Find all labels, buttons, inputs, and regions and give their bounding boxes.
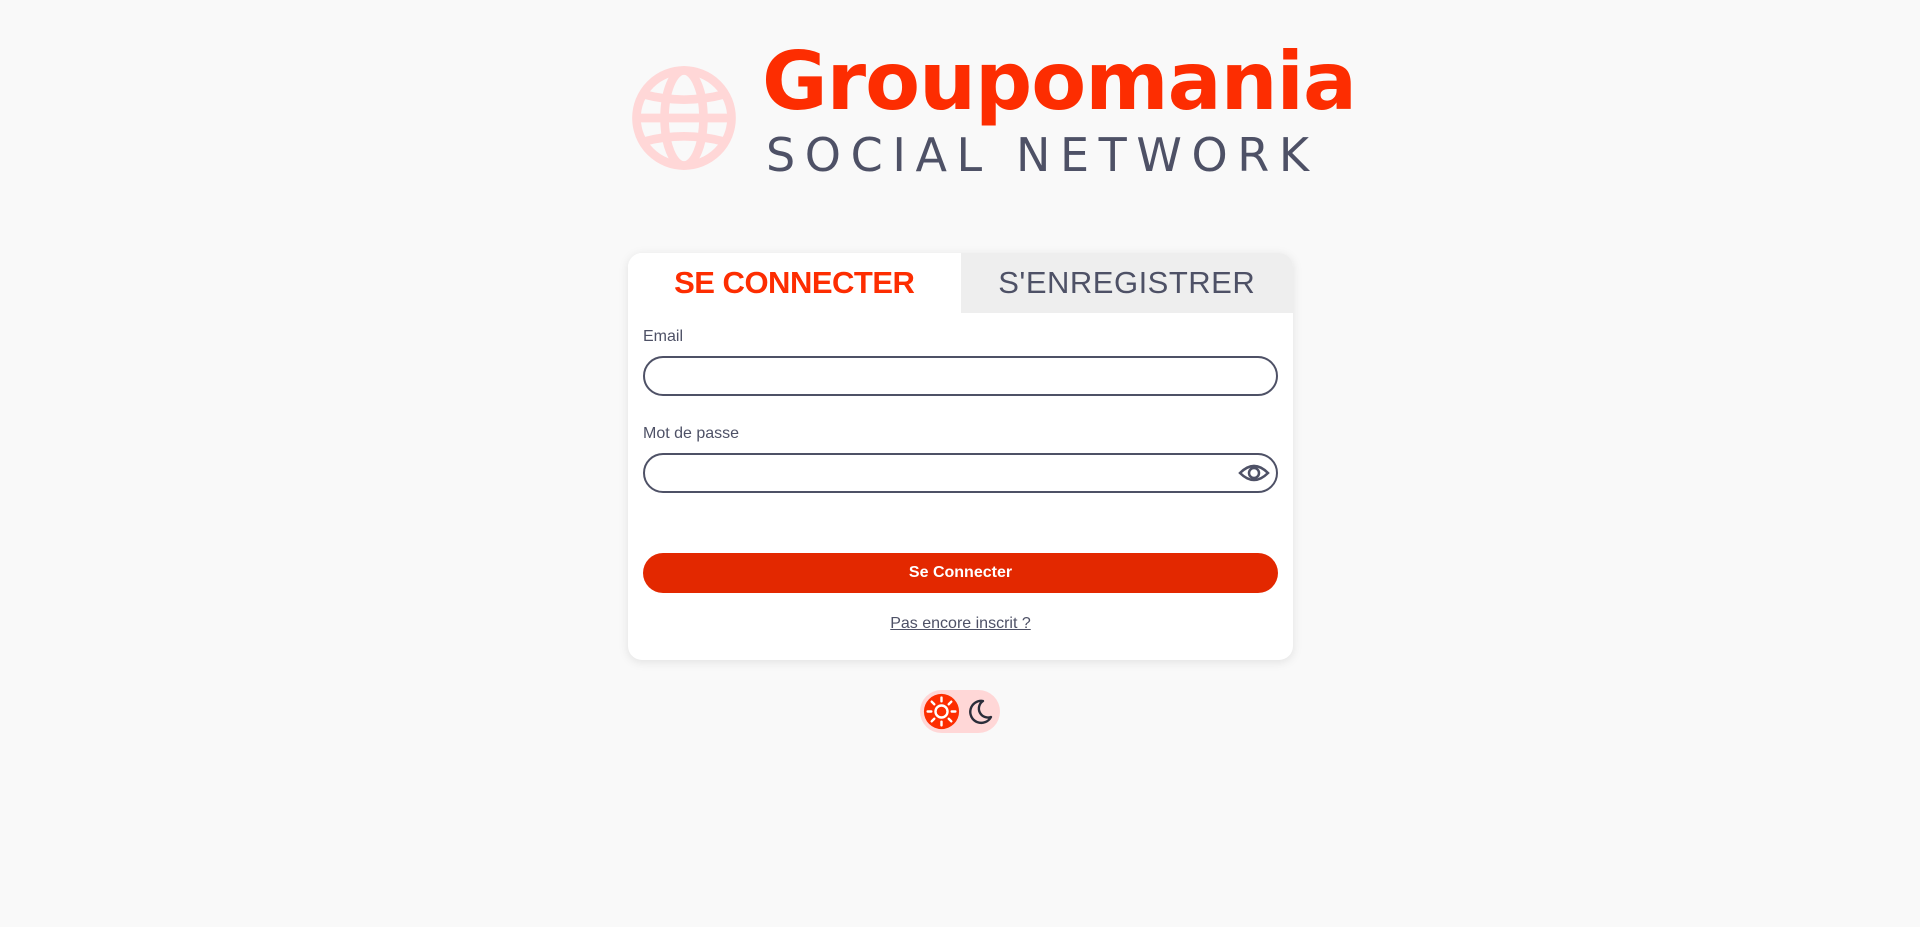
brand-logo: Groupomania SOCIAL NETWORK (628, 42, 1357, 188)
email-field[interactable] (643, 356, 1278, 396)
login-button[interactable]: Se Connecter (643, 553, 1278, 593)
email-field-wrap (643, 356, 1278, 396)
password-field-wrap (643, 453, 1278, 493)
moon-icon[interactable] (966, 698, 994, 726)
login-page: Groupomania SOCIAL NETWORK SE CONNECTER … (0, 0, 1920, 927)
theme-toggle[interactable] (920, 690, 1000, 733)
tab-login[interactable]: SE CONNECTER (628, 253, 961, 313)
globe-icon (632, 66, 736, 170)
auth-tabs: SE CONNECTER S'ENREGISTRER (628, 253, 1293, 313)
register-link[interactable]: Pas encore inscrit ? (643, 615, 1278, 633)
login-form: Email Mot de passe Se Connecter Pas enco… (628, 328, 1293, 633)
tab-register[interactable]: S'ENREGISTRER (960, 253, 1293, 313)
brand-tagline: SOCIAL NETWORK (766, 128, 1319, 182)
eye-icon[interactable] (1238, 461, 1270, 485)
password-field[interactable] (643, 453, 1278, 493)
sun-icon[interactable] (923, 693, 960, 730)
brand-name: Groupomania (762, 35, 1357, 128)
auth-card: SE CONNECTER S'ENREGISTRER Email Mot de … (628, 253, 1293, 660)
password-label: Mot de passe (643, 425, 740, 442)
email-label: Email (643, 328, 684, 345)
